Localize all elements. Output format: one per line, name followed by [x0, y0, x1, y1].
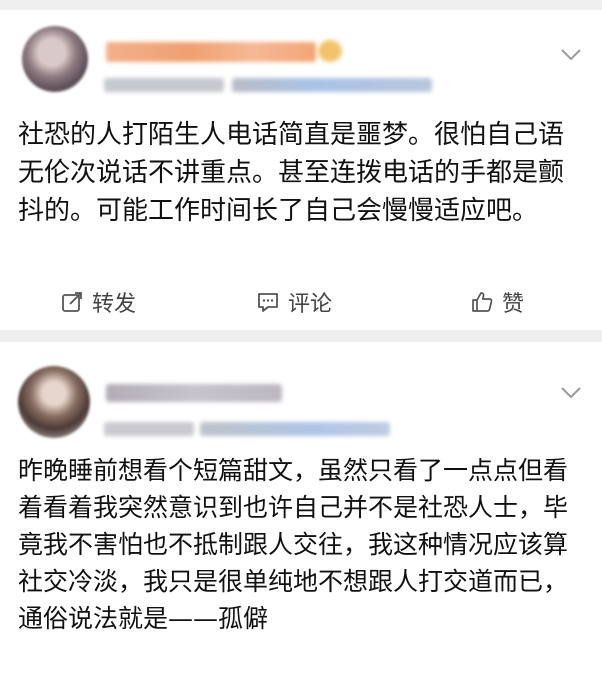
avatar[interactable] — [22, 26, 88, 92]
post-actions: 转发 评论 赞 — [0, 282, 602, 322]
comment-button[interactable]: 评论 — [256, 282, 332, 322]
comment-icon — [258, 293, 278, 312]
thumbs-up-icon — [472, 292, 493, 312]
like-label: 赞 — [502, 292, 525, 317]
post-meta-blurred — [104, 78, 224, 92]
post-meta-blurred — [104, 422, 194, 436]
post-source-blurred — [200, 422, 390, 436]
post-content: 昨晚睡前想看个短篇甜文，虽然只看了一点点但看着看着我突然意识到也许自己并不是社恐… — [18, 456, 569, 633]
share-icon — [62, 292, 82, 312]
post-card: 昨晚睡前想看个短篇甜文，虽然只看了一点点但看着看着我突然意识到也许自己并不是社恐… — [0, 342, 602, 700]
username-blurred[interactable] — [106, 42, 316, 62]
username-blurred[interactable] — [106, 384, 282, 402]
verified-badge-blurred — [318, 40, 342, 62]
top-separator — [0, 0, 602, 10]
like-button[interactable]: 赞 — [470, 282, 524, 322]
avatar[interactable] — [18, 366, 90, 438]
post-content: 社恐的人打陌生人电话简直是噩梦。很怕自己语无伦次说话不讲重点。甚至连拨电话的手都… — [18, 120, 565, 226]
repost-label: 转发 — [92, 292, 137, 317]
comment-label: 评论 — [288, 292, 333, 317]
chevron-down-icon[interactable] — [560, 48, 582, 62]
repost-button[interactable]: 转发 — [60, 282, 136, 322]
post-source-blurred — [232, 78, 432, 92]
post-separator — [0, 330, 602, 342]
chevron-down-icon[interactable] — [560, 386, 582, 400]
post-card: 社恐的人打陌生人电话简直是噩梦。很怕自己语无伦次说话不讲重点。甚至连拨电话的手都… — [0, 10, 602, 330]
